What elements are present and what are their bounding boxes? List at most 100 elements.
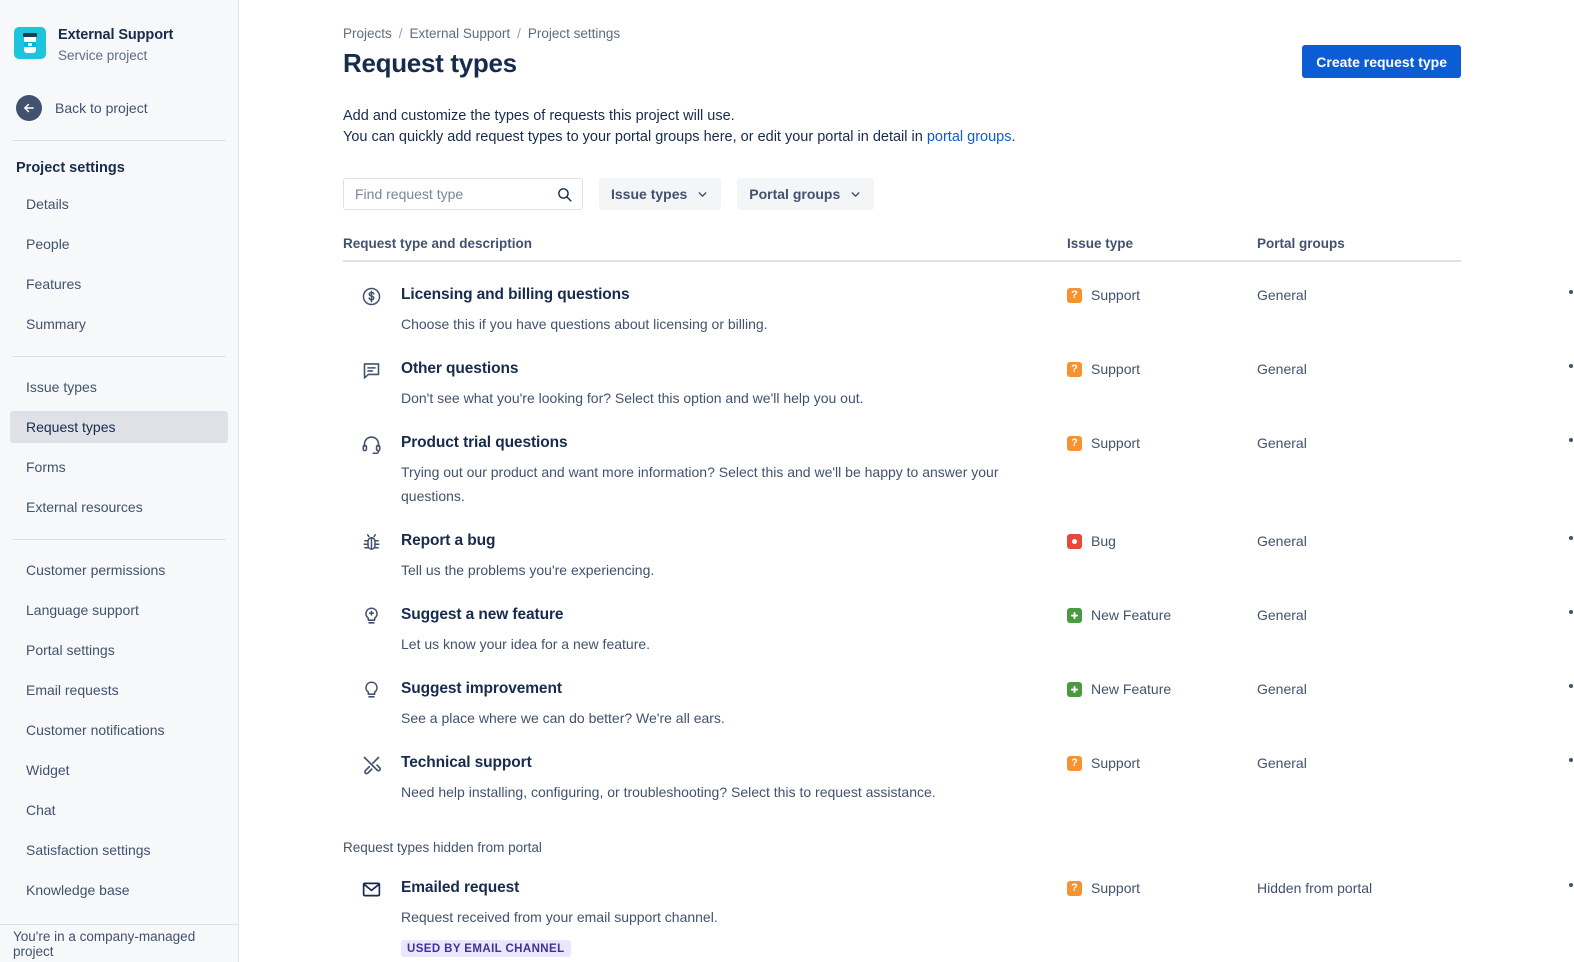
create-request-type-button[interactable]: Create request type xyxy=(1302,45,1461,78)
sidebar-item-satisfaction-settings[interactable]: Satisfaction settings xyxy=(10,834,228,866)
sidebar-item-details[interactable]: Details xyxy=(10,188,228,220)
row-more-actions-button[interactable] xyxy=(1565,605,1574,619)
search-box[interactable] xyxy=(343,178,583,210)
sidebar-item-email-requests[interactable]: Email requests xyxy=(10,674,228,706)
portal-group-label: General xyxy=(1257,359,1437,377)
sidebar-section-title: Project settings xyxy=(0,158,238,178)
sidebar-item-language-support[interactable]: Language support xyxy=(10,594,228,626)
row-more-actions-button[interactable] xyxy=(1565,531,1574,545)
sidebar-item-knowledge-base[interactable]: Knowledge base xyxy=(10,874,228,906)
sidebar-item-chat[interactable]: Chat xyxy=(10,794,228,826)
portal-group-label: General xyxy=(1257,285,1437,303)
issue-type-label: Support xyxy=(1091,435,1140,451)
column-header-portal-groups: Portal groups xyxy=(1257,236,1437,251)
chevron-down-icon xyxy=(696,188,709,201)
issue-type-label: Bug xyxy=(1091,533,1116,549)
row-more-actions-button[interactable] xyxy=(1565,753,1574,767)
row-more-actions-button[interactable] xyxy=(1565,359,1574,373)
request-type-description: Request received from your email support… xyxy=(401,905,718,929)
lightbulb-plus-icon xyxy=(361,606,383,628)
portal-group-label: Hidden from portal xyxy=(1257,878,1437,896)
sidebar-item-issue-types[interactable]: Issue types xyxy=(10,371,228,403)
request-type-title[interactable]: Suggest improvement xyxy=(401,679,725,699)
project-subtitle: Service project xyxy=(58,46,173,66)
sidebar-divider-3 xyxy=(12,539,226,540)
page-description: Add and customize the types of requests … xyxy=(239,106,1574,147)
portal-group-label: General xyxy=(1257,433,1437,451)
request-type-title[interactable]: Report a bug xyxy=(401,531,654,551)
toolbar: Issue types Portal groups xyxy=(239,178,1574,210)
row-more-actions-button[interactable] xyxy=(1565,878,1574,892)
headset-icon xyxy=(361,434,383,456)
description-line-2: You can quickly add request types to you… xyxy=(343,127,1574,147)
portal-group-label: General xyxy=(1257,531,1437,549)
table-row: Suggest a new feature Let us know your i… xyxy=(343,582,1461,656)
bug-icon xyxy=(361,532,383,554)
sidebar-item-portal-settings[interactable]: Portal settings xyxy=(10,634,228,666)
request-type-description: Need help installing, configuring, or tr… xyxy=(401,780,936,804)
support-issue-type-icon: ? xyxy=(1067,756,1082,771)
portal-groups-link[interactable]: portal groups xyxy=(927,129,1012,145)
request-type-description: Tell us the problems you're experiencing… xyxy=(401,558,654,582)
sidebar-divider-1 xyxy=(12,140,226,141)
breadcrumb-external-support[interactable]: External Support xyxy=(410,26,511,41)
support-issue-type-icon: ? xyxy=(1067,436,1082,451)
sidebar-item-features[interactable]: Features xyxy=(10,268,228,300)
request-type-title[interactable]: Technical support xyxy=(401,753,936,773)
breadcrumb-separator: / xyxy=(517,26,521,41)
new-feature-issue-type-icon xyxy=(1067,682,1082,697)
row-more-actions-button[interactable] xyxy=(1565,285,1574,299)
search-icon xyxy=(556,186,573,203)
envelope-icon xyxy=(361,879,383,901)
request-types-table: Request type and description Issue type … xyxy=(239,236,1574,804)
portal-group-label: General xyxy=(1257,753,1437,771)
portal-groups-filter-button[interactable]: Portal groups xyxy=(737,178,874,210)
request-type-description: Trying out our product and want more inf… xyxy=(401,460,1026,508)
app-root: External Support Service project Back to… xyxy=(0,0,1574,962)
sidebar-item-customer-notifications[interactable]: Customer notifications xyxy=(10,714,228,746)
table-row: Technical support Need help installing, … xyxy=(343,730,1461,804)
project-name: External Support xyxy=(58,25,173,45)
portal-group-label: General xyxy=(1257,679,1437,697)
tools-icon xyxy=(361,754,383,776)
sidebar-group-settings: Customer permissions Language support Po… xyxy=(0,554,238,946)
request-type-title[interactable]: Product trial questions xyxy=(401,433,1026,453)
status-badge: USED BY EMAIL CHANNEL xyxy=(401,940,571,957)
hidden-section-label: Request types hidden from portal xyxy=(239,840,1574,855)
sidebar-item-external-resources[interactable]: External resources xyxy=(10,491,228,523)
request-type-title[interactable]: Suggest a new feature xyxy=(401,605,650,625)
sidebar-item-customer-permissions[interactable]: Customer permissions xyxy=(10,554,228,586)
request-type-title[interactable]: Licensing and billing questions xyxy=(401,285,768,305)
breadcrumb-separator: / xyxy=(399,26,403,41)
sidebar: External Support Service project Back to… xyxy=(0,0,239,962)
sidebar-group-types: Issue types Request types Forms External… xyxy=(0,371,238,523)
coffee-cup-icon xyxy=(14,27,46,59)
breadcrumb-projects[interactable]: Projects xyxy=(343,26,392,41)
project-header: External Support Service project xyxy=(0,0,238,66)
sidebar-item-summary[interactable]: Summary xyxy=(10,308,228,340)
dollar-circle-icon xyxy=(361,286,383,308)
row-more-actions-button[interactable] xyxy=(1565,679,1574,693)
support-issue-type-icon: ? xyxy=(1067,362,1082,377)
issue-types-filter-button[interactable]: Issue types xyxy=(599,178,721,210)
search-input[interactable] xyxy=(355,186,556,202)
column-header-request-type: Request type and description xyxy=(343,236,1067,251)
support-issue-type-icon: ? xyxy=(1067,288,1082,303)
sidebar-divider-2 xyxy=(12,356,226,357)
breadcrumb-project-settings[interactable]: Project settings xyxy=(528,26,620,41)
sidebar-item-widget[interactable]: Widget xyxy=(10,754,228,786)
column-header-issue-type: Issue type xyxy=(1067,236,1257,251)
request-type-title[interactable]: Emailed request xyxy=(401,878,718,898)
table-row: Emailed request Request received from yo… xyxy=(343,855,1461,957)
request-type-description: See a place where we can do better? We'r… xyxy=(401,706,725,730)
row-more-actions-button[interactable] xyxy=(1565,433,1574,447)
description-line-1: Add and customize the types of requests … xyxy=(343,106,1574,126)
breadcrumb: Projects / External Support / Project se… xyxy=(239,0,1574,41)
sidebar-item-request-types[interactable]: Request types xyxy=(10,411,228,443)
request-type-description: Don't see what you're looking for? Selec… xyxy=(401,386,864,410)
back-to-project-button[interactable]: Back to project xyxy=(0,92,238,124)
sidebar-item-forms[interactable]: Forms xyxy=(10,451,228,483)
sidebar-item-people[interactable]: People xyxy=(10,228,228,260)
main-content: Projects / External Support / Project se… xyxy=(239,0,1574,962)
request-type-title[interactable]: Other questions xyxy=(401,359,864,379)
